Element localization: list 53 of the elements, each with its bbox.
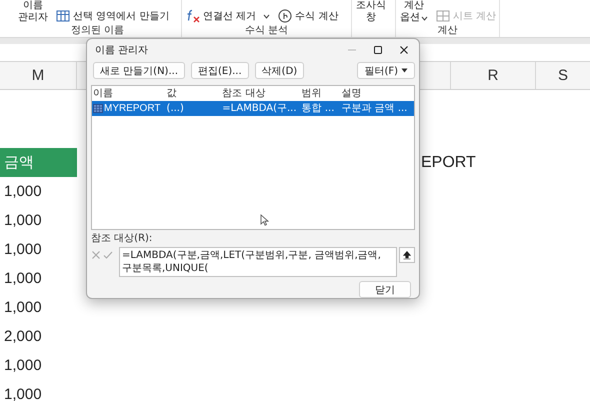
mouse-cursor-icon: [260, 214, 269, 226]
close-button[interactable]: 닫기: [359, 281, 411, 298]
table-icon: [56, 10, 70, 22]
table-cell: MYREPORT: [104, 102, 160, 114]
column-header[interactable]: 설명: [338, 86, 414, 100]
new-button[interactable]: 새로 만들기(N)...: [93, 62, 185, 80]
table-cell-text: 1,000: [3, 211, 43, 231]
report-title: EPORT: [421, 154, 476, 172]
column-header[interactable]: 이름: [92, 86, 164, 100]
names-list[interactable]: 이름 값 참조 대상 범위 설명 MYREPORT (...) =LAMBDA(구... 통합 ... 구분과 금액 ...: [91, 84, 415, 230]
table-cell-text: 1,000: [3, 269, 43, 289]
ribbon-button[interactable]: 수식 계산: [278, 9, 338, 23]
name-grid-icon: [93, 104, 103, 113]
column-header[interactable]: 범위: [298, 86, 338, 100]
input-field[interactable]: =LAMBDA(구분,금액,LET(구분범위,구분, 금액범위,금액, 구분목록,UNIQUE(: [119, 247, 397, 277]
caret-icon: [401, 68, 408, 74]
column-header[interactable]: R: [451, 62, 536, 89]
table-cell-text: 1,000: [3, 298, 43, 318]
cancel-icon: [91, 250, 101, 260]
collapse-button[interactable]: [399, 247, 415, 263]
table-cell-text: 1,000: [3, 385, 43, 401]
table-cell-text: 2,000: [3, 327, 43, 347]
window-title: 이름 관리자: [95, 44, 148, 57]
table-cell-text: 1,000: [3, 356, 43, 376]
upload-arrow-icon: [403, 250, 411, 260]
group-label: 정의된 이름: [70, 25, 124, 36]
filter-button[interactable]: 필터(F): [357, 62, 415, 80]
column-header[interactable]: 참조 대상: [219, 86, 299, 100]
maximize-icon: [373, 44, 383, 55]
ribbon-button[interactable]: 연결선 제거: [186, 9, 270, 23]
table-cell-text: =LAMBDA(구...: [221, 102, 298, 116]
column-header[interactable]: 값: [164, 86, 220, 100]
column-header[interactable]: S: [536, 62, 590, 89]
table-cell-text: 1,000: [3, 182, 43, 202]
group-label: 수식 분석: [244, 25, 288, 36]
confirm-icon: [103, 250, 113, 260]
ribbon-button[interactable]: 이름 관리자: [18, 0, 48, 25]
function-remove-icon: [186, 9, 200, 23]
header-cell: 금액: [0, 148, 77, 177]
column-header[interactable]: M: [0, 62, 77, 89]
group-label: 계산: [438, 25, 458, 36]
ribbon-button[interactable]: 계산 옵션: [400, 0, 428, 25]
list-row[interactable]: MYREPORT (...) =LAMBDA(구... 통합 ... 구분과 금액 ...: [92, 100, 414, 116]
table-cell-text: 통합 ...: [300, 102, 336, 116]
table-cell-text: 1,000: [3, 240, 43, 260]
edit-button[interactable]: 편집(E)...: [191, 62, 249, 80]
table-cell-text: (...): [166, 102, 185, 114]
delete-button[interactable]: 삭제(D): [254, 62, 304, 80]
field-label: 참조 대상(R):: [91, 233, 152, 245]
close-icon: [399, 44, 409, 55]
ribbon-button[interactable]: 조사식 창: [356, 0, 386, 25]
ribbon-button[interactable]: 선택 영역에서 만들기: [56, 9, 170, 23]
table-cell-text: 구분과 금액 ...: [340, 102, 408, 116]
